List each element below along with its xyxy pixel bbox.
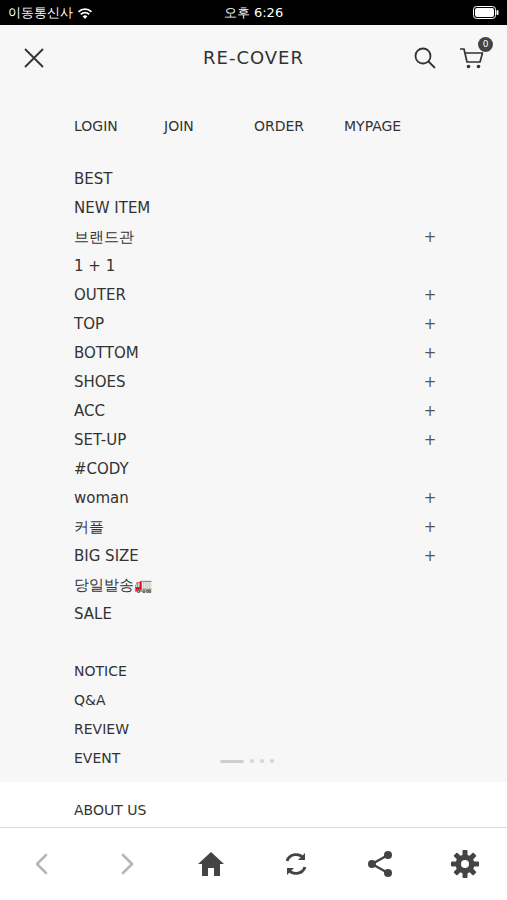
menu-item[interactable]: BIG SIZE + (74, 542, 437, 571)
menu-item-label[interactable]: 1 + 1 (74, 255, 115, 278)
carousel-dot[interactable] (250, 759, 254, 763)
menu-item[interactable]: BOTTOM + (74, 339, 437, 368)
menu-item-label[interactable]: #CODY (74, 458, 129, 481)
menu-item-label[interactable]: ACC (74, 400, 105, 423)
settings-icon[interactable] (450, 849, 480, 879)
category-menu: BESTNEW ITEM브랜드관+1 + 1OUTER+TOP+BOTTOM+S… (0, 165, 507, 629)
menu-item-label[interactable]: BOTTOM (74, 342, 139, 365)
board-link[interactable]: NOTICE (74, 661, 127, 682)
carrier-label: 이동통신사 (8, 3, 73, 23)
board-links: NOTICE Q&A REVIEW EVENT (0, 657, 507, 773)
carousel-dots (220, 759, 274, 763)
expand-toggle[interactable]: + (423, 313, 437, 336)
menu-item[interactable]: TOP + (74, 310, 437, 339)
menu-item[interactable]: woman + (74, 484, 437, 513)
board-link[interactable]: Q&A (74, 690, 106, 711)
expand-toggle[interactable]: + (423, 400, 437, 423)
board-link[interactable]: REVIEW (74, 719, 129, 740)
menu-item[interactable]: SHOES + (74, 368, 437, 397)
menu-item[interactable]: #CODY (74, 455, 437, 484)
clock: 오후 6:26 (224, 3, 283, 23)
menu-item[interactable]: 커플 + (74, 513, 437, 542)
account-link[interactable]: MYPAGE (344, 116, 434, 137)
menu-item[interactable]: OUTER + (74, 281, 437, 310)
menu-item-label[interactable]: BEST (74, 168, 112, 191)
menu-item[interactable]: 브랜드관 + (74, 223, 437, 252)
share-icon[interactable] (365, 849, 395, 879)
menu-item-label[interactable]: SALE (74, 603, 112, 626)
menu-item-label[interactable]: OUTER (74, 284, 126, 307)
forward-icon[interactable] (112, 849, 142, 879)
search-icon[interactable] (413, 46, 437, 70)
logo[interactable]: RE-COVER (203, 44, 304, 71)
menu-item[interactable]: NEW ITEM (74, 194, 437, 223)
account-links: LOGINJOINORDERMYPAGE (0, 112, 507, 141)
cart-badge: 0 (478, 37, 493, 52)
menu-item-label[interactable]: SHOES (74, 371, 126, 394)
settings-button[interactable] (423, 849, 507, 879)
board-link[interactable]: EVENT (74, 748, 120, 769)
about-link[interactable]: ABOUT US (74, 800, 146, 821)
carousel-dot[interactable] (260, 759, 264, 763)
menu-item-label[interactable]: TOP (74, 313, 104, 336)
menu-item[interactable]: SALE (74, 600, 437, 629)
expand-toggle[interactable]: + (423, 429, 437, 452)
menu-item[interactable]: SET-UP + (74, 426, 437, 455)
expand-toggle[interactable]: + (423, 371, 437, 394)
menu-item[interactable]: ACC + (74, 397, 437, 426)
home-button[interactable] (169, 849, 254, 879)
carousel-dot[interactable] (220, 760, 244, 763)
menu-panel: RE-COVER 0 LOGINJOINORDERMYPAGE BEST NEW ITE… (0, 25, 507, 782)
menu-item-label[interactable]: 커플 (74, 516, 104, 539)
battery-icon (473, 6, 499, 19)
back-icon[interactable] (27, 849, 57, 879)
close-icon[interactable] (22, 46, 46, 70)
menu-item-label[interactable]: 브랜드관 (74, 226, 134, 249)
carousel-dot[interactable] (270, 759, 274, 763)
expand-toggle[interactable]: + (423, 284, 437, 307)
wifi-icon (77, 6, 93, 20)
menu-item-label[interactable]: BIG SIZE (74, 545, 139, 568)
status-bar: 이동통신사 오후 6:26 (0, 0, 507, 25)
refresh-icon[interactable] (281, 849, 311, 879)
share-button[interactable] (338, 849, 423, 879)
refresh-button[interactable] (254, 849, 339, 879)
menu-item-label[interactable]: NEW ITEM (74, 197, 150, 220)
menu-item[interactable]: BEST (74, 165, 437, 194)
forward-button[interactable] (85, 849, 170, 879)
menu-item[interactable]: 1 + 1 (74, 252, 437, 281)
menu-item-label[interactable]: SET-UP (74, 429, 126, 452)
menu-item[interactable]: 당일발송🚛 (74, 571, 437, 600)
menu-item-label[interactable]: woman (74, 487, 129, 510)
menu-item-label[interactable]: 당일발송🚛 (74, 574, 153, 597)
expand-toggle[interactable]: + (423, 487, 437, 510)
bottom-toolbar (0, 827, 507, 900)
expand-toggle[interactable]: + (423, 342, 437, 365)
about-section: ABOUT US (0, 782, 507, 827)
expand-toggle[interactable]: + (423, 226, 437, 249)
expand-toggle[interactable]: + (423, 545, 437, 568)
expand-toggle[interactable]: + (423, 516, 437, 539)
account-link[interactable]: JOIN (164, 116, 254, 137)
home-icon[interactable] (196, 849, 226, 879)
cart-button[interactable]: 0 (459, 45, 485, 71)
account-link[interactable]: LOGIN (74, 116, 164, 137)
back-button[interactable] (0, 849, 85, 879)
header: RE-COVER 0 (0, 25, 507, 90)
account-link[interactable]: ORDER (254, 116, 344, 137)
